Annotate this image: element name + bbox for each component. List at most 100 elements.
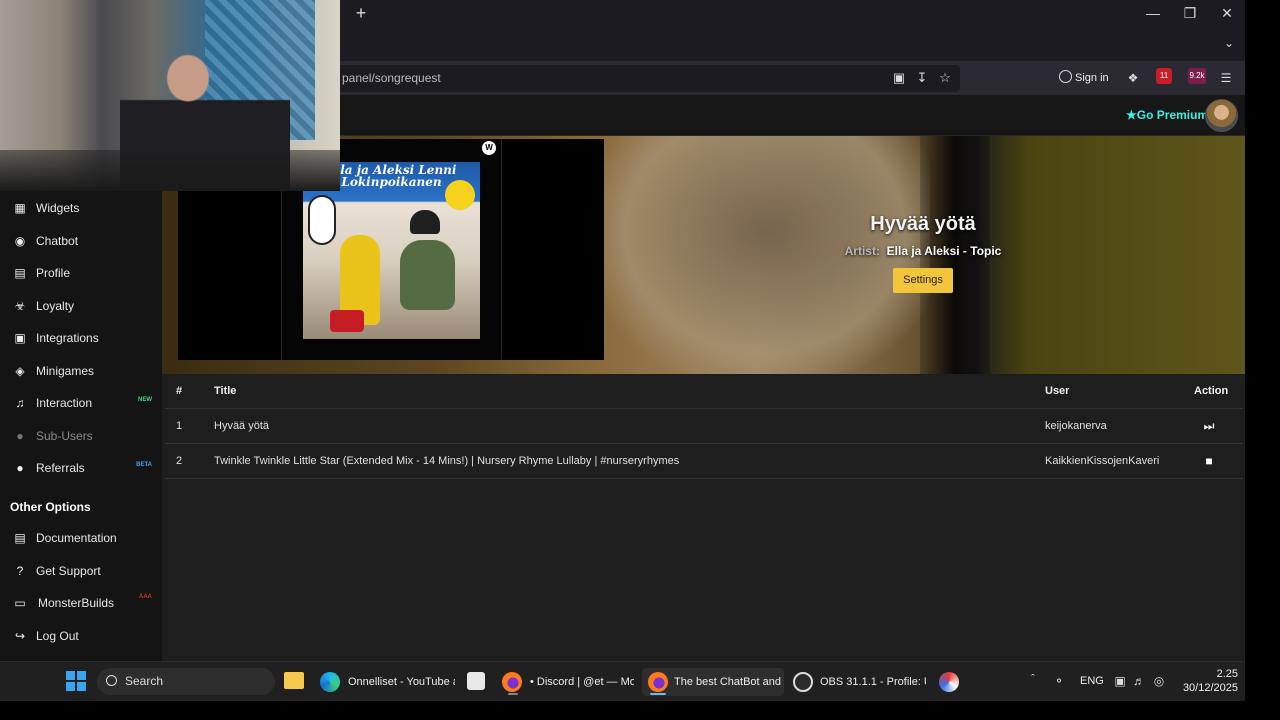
new-badge: NEW [138,397,152,403]
user-group-icon: ● [16,461,24,475]
sign-in-button[interactable]: Sign in [1057,68,1113,88]
minimize-icon[interactable]: — [1143,5,1163,21]
row-user: keijokanerva [1045,420,1107,432]
taskbar-search[interactable]: Search [97,668,275,695]
extensions-icon[interactable]: ❖ [1124,69,1142,87]
volume-icon[interactable]: ♬ [1131,673,1147,689]
search-icon [106,675,117,686]
go-premium-link[interactable]: ★Go Premium [1126,108,1208,122]
col-header-title: Title [214,385,237,397]
taskbar-app-extra[interactable] [939,668,961,696]
sidebar-item-interaction[interactable]: ♫ Interaction NEW [0,387,162,419]
picture-in-picture-icon[interactable]: ▣ [891,70,907,86]
sidebar-item-widgets[interactable]: ▦ Widgets [0,192,162,224]
sidebar-item-label: Sub-Users [36,429,93,443]
laptop-icon: ▭ [14,596,26,610]
other-options-heading: Other Options [10,500,91,514]
extension-badge[interactable]: 11 [1156,68,1172,84]
sidebar-item-label: Log Out [36,629,79,643]
sign-in-label: Sign in [1075,72,1109,84]
menu-icon[interactable]: ☰ [1217,69,1235,87]
display-icon[interactable]: ▣ [1112,673,1128,689]
sidebar-item-chatbot[interactable]: ◉ Chatbot [0,225,162,257]
close-icon[interactable]: ✕ [1217,5,1237,21]
network-icon[interactable]: ◎ [1151,673,1167,689]
sidebar-item-get-support[interactable]: ? Get Support [0,555,162,587]
beta-badge: BETA [136,462,152,468]
robot-icon: ◉ [14,234,26,248]
book-icon: ▤ [14,531,26,545]
language-indicator[interactable]: ENG [1080,675,1104,687]
save-page-icon[interactable]: ↧ [914,70,930,86]
trash-icon[interactable]: ■ [1201,454,1217,468]
skip-icon[interactable]: ⏭ [1201,419,1217,433]
taskbar-app-edge[interactable]: Onnelliset - YouTube an [320,668,455,696]
sidebar-item-profile[interactable]: ▤ Profile [0,257,162,289]
warner-logo-icon: W [482,141,496,155]
taskbar-app-label: OBS 31.1.1 - Profile: Unti [820,676,926,688]
row-title: Hyvää yötä [214,420,270,432]
sidebar-item-label: Minigames [36,364,95,378]
sidebar-item-label: Documentation [36,531,117,545]
link-icon: ▣ [14,331,26,345]
firefox-icon [502,672,522,692]
row-user: KaikkienKissojenKaveri [1045,455,1160,467]
album-art-bird [308,195,336,245]
sidebar-item-label: Referrals [36,461,85,475]
sidebar-item-loyalty[interactable]: ☣ Loyalty [0,290,162,322]
sidebar-item-documentation[interactable]: ▤ Documentation [0,522,162,554]
app-icon [939,672,959,692]
extension-badge[interactable]: 9.2k [1188,68,1206,84]
table-row: 1 Hyvää yötä keijokanerva ⏭ [165,409,1243,444]
bookmark-star-icon[interactable]: ☆ [937,70,953,86]
sidebar-item-referrals[interactable]: ● Referrals BETA [0,452,162,484]
taskbar-app-label: Onnelliset - YouTube an [348,676,455,688]
clock-date[interactable]: 30/12/2025 [1172,682,1238,694]
album-art-figure [400,240,455,310]
sidebar-item-label: MonsterBuilds [38,596,115,610]
url-text[interactable]: panel/songrequest [342,71,441,85]
sidebar-item-label: Chatbot [36,234,79,248]
windows-start-icon[interactable] [66,671,86,691]
sidebar-item-monsterbuilds[interactable]: ▭ MonsterBuilds AAA [0,587,162,619]
sidebar-item-log-out[interactable]: ↪ Log Out [0,620,162,652]
screen-border [1245,0,1280,720]
avatar[interactable] [1205,99,1238,132]
sidebar-item-minigames[interactable]: ◈ Minigames [0,355,162,387]
album-art-boots [330,310,364,332]
taskbar-app-obs[interactable]: OBS 31.1.1 - Profile: Unti [793,668,926,696]
grid-icon: ▦ [14,201,26,215]
gamepad-icon: ◈ [15,364,25,378]
trophy-icon: ☣ [14,299,26,313]
chevron-down-icon[interactable]: ⌄ [1219,36,1239,52]
settings-button[interactable]: Settings [893,268,953,293]
clock-time[interactable]: 2.25 [1202,668,1238,680]
obs-icon [793,672,813,692]
account-icon [1059,70,1072,83]
users-icon: ● [16,429,24,443]
tray-chevron-icon[interactable]: ˆ [1026,673,1040,687]
taskbar-app-firefox-chatbot[interactable]: The best ChatBot and W [642,668,784,696]
artist-line: Artist: Ella ja Aleksi - Topic [800,244,1046,258]
sidebar-item-integrations[interactable]: ▣ Integrations [0,322,162,354]
row-title: Twinkle Twinkle Little Star (Extended Mi… [214,455,680,467]
microphone-icon[interactable]: ⚬ [1051,673,1067,689]
col-header-user: User [1045,385,1070,397]
sidebar-item-label: Integrations [36,331,99,345]
file-explorer-icon[interactable] [284,672,304,689]
go-premium-label: Go Premium [1136,108,1209,122]
sidebar-item-label: Widgets [36,201,80,215]
screen-border [0,701,1280,720]
song-title: Hyvää yötä [870,213,976,235]
album-art-figure [410,210,440,234]
sidebar-item-sub-users[interactable]: ● Sub-Users [0,420,162,452]
sidebar-item-label: Interaction [36,396,93,410]
new-tab-button[interactable]: + [352,4,370,22]
row-number: 1 [176,420,183,432]
table-row: 2 Twinkle Twinkle Little Star (Extended … [165,444,1243,479]
restore-icon[interactable]: ❐ [1180,5,1200,21]
taskbar-app-firefox-discord[interactable]: • Discord | @et — Mozil [502,668,634,696]
sidebar-item-label: Loyalty [36,299,75,313]
artist-name: Ella ja Aleksi - Topic [886,244,1002,258]
store-icon[interactable] [467,672,485,690]
